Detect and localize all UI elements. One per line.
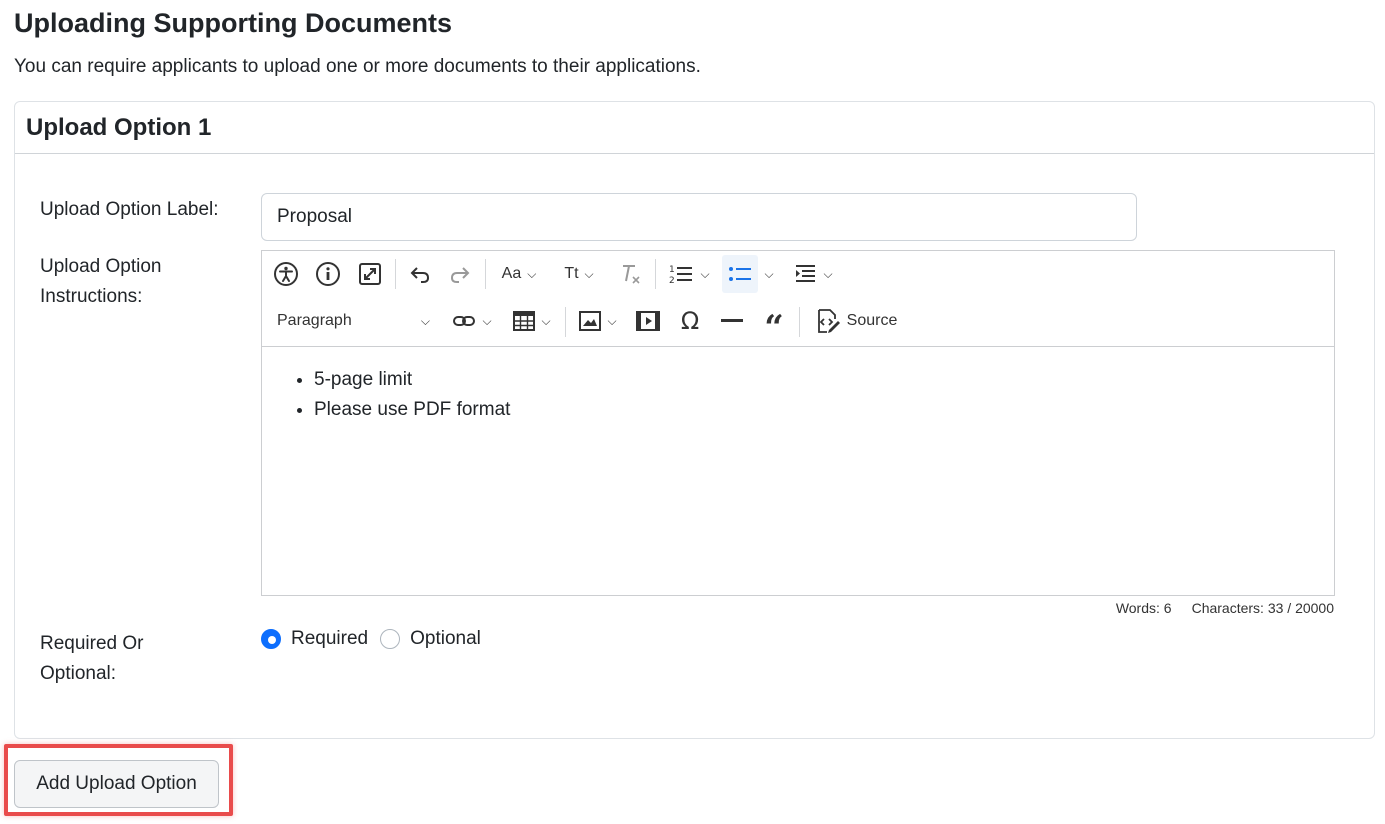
instructions-field-label: Upload Option Instructions: — [40, 252, 161, 312]
bulleted-list-dropdown-toggle[interactable]: ⌵ — [760, 255, 778, 293]
required-optional-field-label: Required Or Optional: — [40, 629, 144, 689]
upload-option-card: Upload Option 1 Upload Option Label: Upl… — [14, 101, 1375, 739]
chevron-down-icon: ⌵ — [482, 313, 492, 328]
toolbar-separator — [565, 307, 566, 337]
editor-toolbar: Aa ⌵ Tt ⌵ 12 ⌵ ⌵ ⌵ Paragraph ⌵ ⌵ ⌵ ⌵ Ω “… — [262, 251, 1334, 347]
list-item: 5-page limit — [314, 365, 1334, 395]
font-family-icon: Aa — [501, 265, 522, 282]
required-radio[interactable] — [261, 629, 281, 649]
characters-count: Characters: 33 / 20000 — [1191, 600, 1334, 616]
heading-select-value: Paragraph — [277, 312, 352, 329]
add-upload-option-button[interactable]: Add Upload Option — [14, 760, 219, 808]
rich-text-editor[interactable]: Aa ⌵ Tt ⌵ 12 ⌵ ⌵ ⌵ Paragraph ⌵ ⌵ ⌵ ⌵ Ω “… — [261, 250, 1335, 596]
svg-text:1: 1 — [669, 265, 675, 275]
required-radio-label[interactable]: Required — [291, 628, 368, 650]
list-item: Please use PDF format — [314, 395, 1334, 425]
toolbar-separator — [395, 259, 396, 289]
horizontal-line-icon[interactable] — [714, 302, 750, 340]
word-count: Words: 6 Characters: 33 / 20000 — [1116, 600, 1334, 616]
page-title: Uploading Supporting Documents — [14, 8, 452, 38]
chevron-down-icon: ⌵ — [420, 313, 430, 328]
font-size-icon: Tt — [564, 265, 579, 282]
page-description: You can require applicants to upload one… — [14, 56, 701, 77]
special-characters-icon[interactable]: Ω — [672, 302, 708, 340]
toolbar-separator — [799, 307, 800, 337]
source-button[interactable]: Source — [808, 302, 904, 340]
svg-text:2: 2 — [669, 276, 675, 285]
redo-icon[interactable] — [442, 255, 478, 293]
media-embed-icon[interactable] — [630, 302, 666, 340]
toolbar-separator — [655, 259, 656, 289]
words-count: Words: 6 — [1115, 600, 1172, 616]
chevron-down-icon: ⌵ — [541, 313, 551, 328]
chevron-down-icon: ⌵ — [700, 266, 710, 281]
upload-option-label-input[interactable] — [261, 193, 1137, 241]
toolbar-separator — [485, 259, 486, 289]
accessibility-icon[interactable] — [268, 255, 304, 293]
undo-icon[interactable] — [402, 255, 438, 293]
block-quote-icon[interactable]: “ — [756, 302, 792, 345]
required-label-line1: Required Or — [40, 633, 144, 654]
required-optional-radio-group: Required Optional — [261, 628, 493, 650]
link-dropdown[interactable]: ⌵ — [446, 302, 498, 340]
info-icon[interactable] — [310, 255, 346, 293]
font-family-dropdown[interactable]: Aa ⌵ — [492, 255, 546, 293]
card-title: Upload Option 1 — [15, 102, 1374, 154]
required-label-line2: Optional: — [40, 663, 117, 684]
bulleted-list-icon[interactable] — [722, 255, 758, 293]
instructions-label-line1: Upload Option — [40, 256, 162, 277]
upload-label-field-label: Upload Option Label: — [40, 199, 219, 220]
instructions-label-line2: Instructions: — [40, 286, 143, 307]
font-size-dropdown[interactable]: Tt ⌵ — [554, 255, 604, 293]
fullscreen-icon[interactable] — [352, 255, 388, 293]
instructions-bullet-list: 5-page limit Please use PDF format — [314, 365, 1334, 425]
numbered-list-dropdown[interactable]: 12 ⌵ — [662, 255, 716, 293]
chevron-down-icon: ⌵ — [527, 266, 537, 281]
image-dropdown[interactable]: ⌵ — [572, 302, 624, 340]
editor-content[interactable]: 5-page limit Please use PDF format — [262, 347, 1334, 425]
indent-dropdown[interactable]: ⌵ — [786, 255, 840, 293]
chevron-down-icon: ⌵ — [584, 266, 594, 281]
chevron-down-icon: ⌵ — [823, 266, 833, 281]
source-label: Source — [846, 312, 898, 329]
chevron-down-icon: ⌵ — [764, 266, 774, 281]
optional-radio-label[interactable]: Optional — [410, 628, 481, 650]
remove-format-icon[interactable] — [612, 255, 648, 293]
heading-select[interactable]: Paragraph ⌵ — [270, 302, 434, 340]
table-dropdown[interactable]: ⌵ — [506, 302, 558, 340]
chevron-down-icon: ⌵ — [607, 313, 617, 328]
optional-radio[interactable] — [380, 629, 401, 649]
